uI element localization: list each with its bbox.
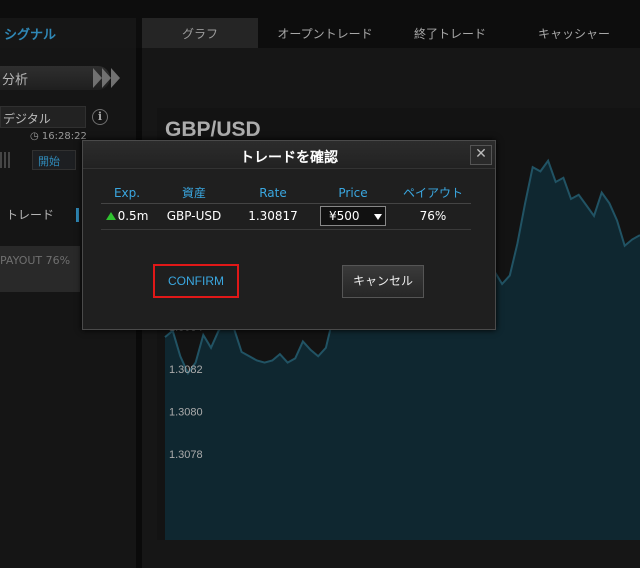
chevron-down-icon — [374, 214, 382, 220]
cell-asset: GBP-USD — [153, 203, 235, 230]
cell-price: ¥500 — [311, 203, 395, 230]
cell-exp: 0.5m — [101, 203, 153, 230]
dialog-header: トレードを確認 ✕ — [83, 141, 495, 169]
cancel-button[interactable]: キャンセル — [342, 265, 424, 298]
table-header-row: Exp. 資産 Rate Price ペイアウト — [101, 183, 471, 204]
header-asset: 資産 — [153, 183, 235, 204]
table-row: 0.5m GBP-USD 1.30817 ¥500 76% — [101, 203, 471, 230]
price-select[interactable]: ¥500 — [320, 206, 386, 226]
confirm-trade-dialog: トレードを確認 ✕ Exp. 資産 Rate Price ペイアウト 0.5m … — [82, 140, 496, 330]
dialog-title: トレードを確認 — [240, 150, 338, 166]
header-exp: Exp. — [101, 183, 153, 204]
header-payout: ペイアウト — [395, 183, 471, 204]
confirm-button[interactable]: CONFIRM — [153, 264, 239, 298]
up-arrow-icon — [105, 212, 116, 220]
price-value: ¥500 — [329, 209, 360, 223]
trade-summary-table: Exp. 資産 Rate Price ペイアウト 0.5m GBP-USD 1.… — [101, 183, 471, 230]
header-price: Price — [311, 183, 395, 204]
close-icon[interactable]: ✕ — [470, 145, 492, 165]
header-rate: Rate — [235, 183, 311, 204]
cell-payout: 76% — [395, 203, 471, 230]
cell-rate: 1.30817 — [235, 203, 311, 230]
exp-value: 0.5m — [117, 209, 149, 223]
